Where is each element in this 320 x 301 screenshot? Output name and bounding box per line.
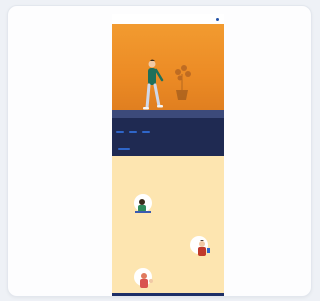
website-preview — [112, 14, 224, 296]
globe-icon — [216, 17, 219, 21]
person-with-phone-icon — [198, 240, 210, 256]
site-header — [112, 14, 224, 24]
hero-button-1[interactable] — [116, 131, 124, 134]
hero-section — [112, 24, 224, 156]
hero-buttons — [116, 131, 150, 134]
plant-icon — [175, 65, 191, 100]
hero-illustration — [143, 59, 191, 110]
mother-and-child-icon — [140, 273, 153, 288]
preview-card — [7, 5, 312, 297]
hero-small-button[interactable] — [118, 148, 130, 150]
hero-button-2[interactable] — [129, 131, 137, 134]
hero-button-3[interactable] — [142, 131, 150, 134]
site-footer — [112, 293, 224, 296]
person-at-desk-icon — [135, 199, 151, 213]
content-section — [112, 156, 224, 293]
language-switcher[interactable] — [216, 17, 220, 21]
walking-person-icon — [143, 59, 164, 110]
